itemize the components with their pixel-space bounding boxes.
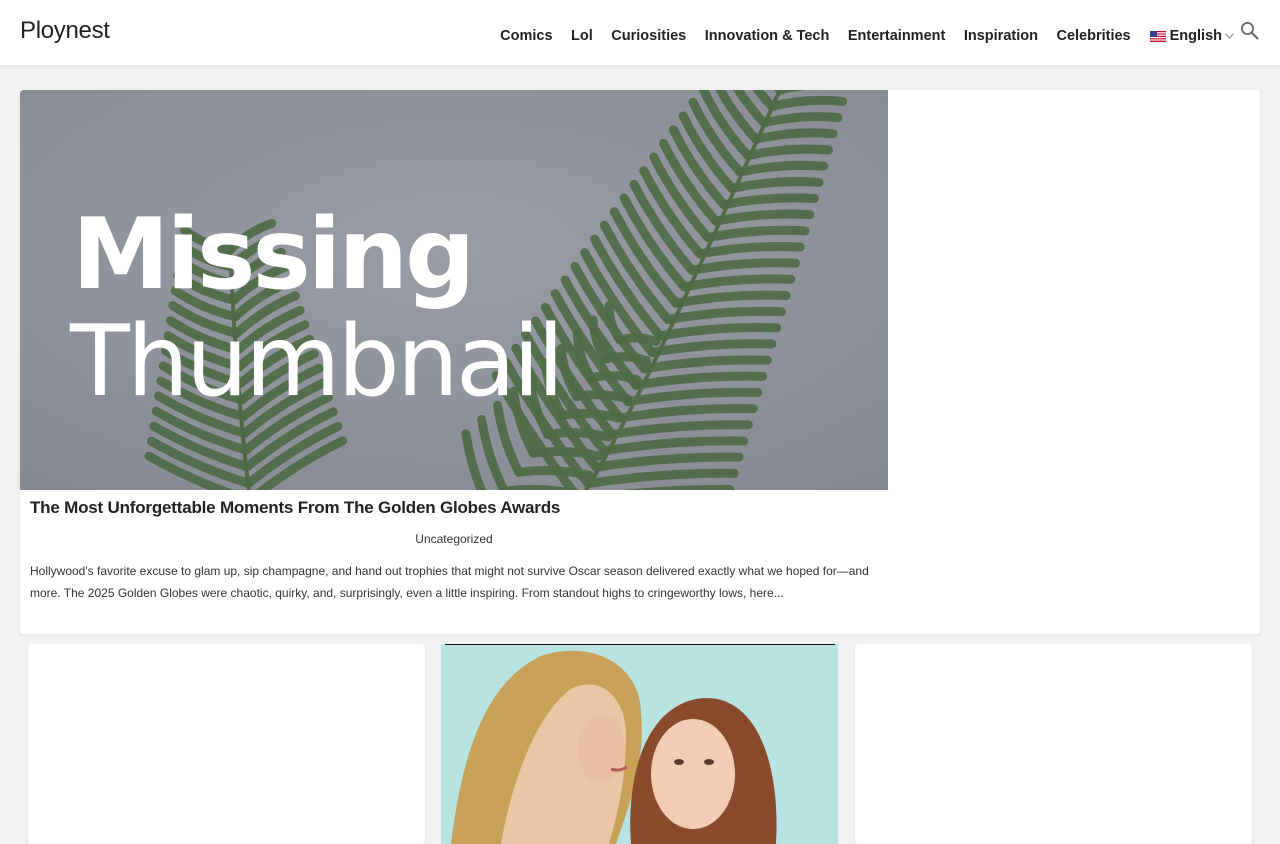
- post-card-photo[interactable]: [441, 644, 838, 844]
- fern-leaflet: [572, 390, 632, 404]
- nav-item-curiosities[interactable]: Curiosities: [611, 22, 686, 50]
- thumbnail-text-thumbnail: Thumbnail: [69, 305, 561, 419]
- site-logo[interactable]: Ploynest: [20, 17, 110, 45]
- photo-top-border: [445, 644, 835, 645]
- fern-leaflet: [528, 447, 604, 461]
- post-photo-image: [441, 644, 838, 844]
- nav-item-entertainment[interactable]: Entertainment: [848, 22, 946, 50]
- fern-leaflet: [500, 484, 581, 490]
- nav-item-celebrities[interactable]: Celebrities: [1056, 22, 1130, 50]
- post-excerpt: Hollywood's favorite excuse to glam up, …: [30, 564, 869, 600]
- missing-thumbnail-image: Missing Thumbnail: [20, 90, 888, 490]
- fern-leaflet: [557, 409, 623, 423]
- fern-leaflet: [514, 466, 594, 480]
- nav-item-innovation-tech[interactable]: Innovation & Tech: [705, 22, 830, 50]
- nav-item-inspiration[interactable]: Inspiration: [964, 22, 1038, 50]
- thumbnail-text-missing: Missing: [72, 198, 472, 312]
- post-title[interactable]: The Most Unforgettable Moments From The …: [30, 498, 880, 518]
- nav-item-comics[interactable]: Comics: [500, 22, 552, 50]
- chevron-down-icon: [1225, 33, 1234, 39]
- fern-leaflet: [615, 333, 661, 347]
- language-selector[interactable]: English: [1149, 22, 1234, 50]
- fern-leaflet: [601, 352, 651, 366]
- language-label: English: [1169, 28, 1222, 44]
- featured-post-card: Missing Thumbnail The Most Unforgettable…: [20, 90, 1260, 634]
- site-header: Ploynest Comics Lol Curiosities Innovati…: [0, 0, 1280, 65]
- post-card-left[interactable]: [28, 644, 425, 844]
- post-card-right[interactable]: [855, 644, 1252, 844]
- fern-leaflet: [586, 371, 642, 385]
- search-icon[interactable]: [1240, 21, 1260, 41]
- featured-thumbnail[interactable]: Missing Thumbnail: [20, 90, 888, 490]
- fern-leaflet: [543, 428, 613, 442]
- main-nav: Comics Lol Curiosities Innovation & Tech…: [482, 22, 1260, 50]
- post-category[interactable]: Uncategorized: [20, 532, 888, 546]
- nav-item-lol[interactable]: Lol: [571, 22, 593, 50]
- us-flag-icon: [1149, 30, 1166, 42]
